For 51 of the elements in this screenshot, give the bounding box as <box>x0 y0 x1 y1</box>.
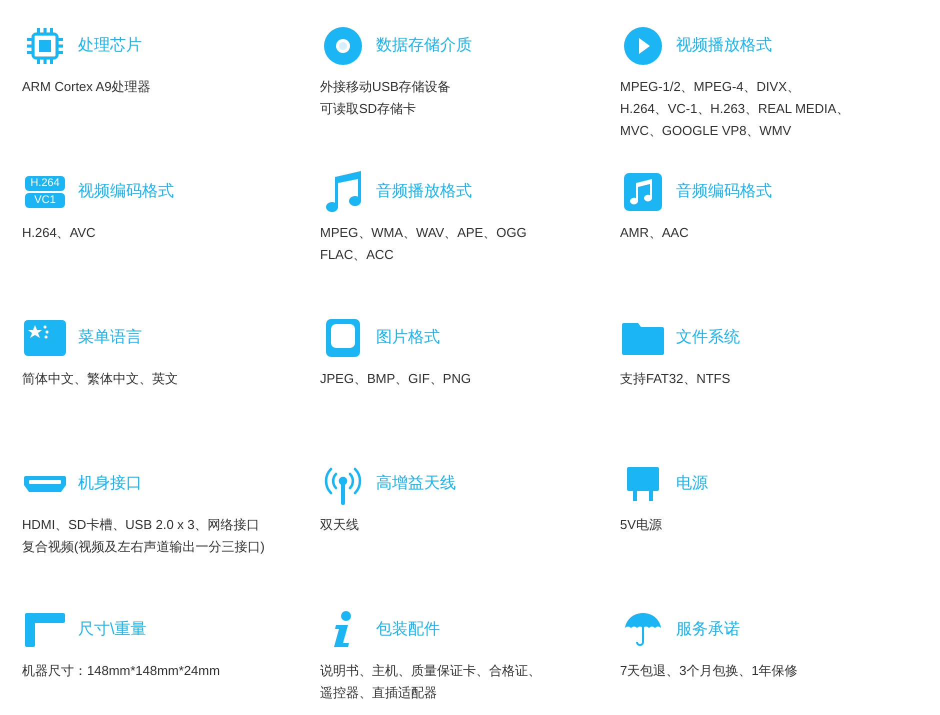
info-icon <box>332 611 354 649</box>
feature-description: MPEG-1/2、MPEG-4、DIVX、 <box>620 78 801 96</box>
feature-description: H.264、VC-1、H.263、REAL MEDIA、 <box>620 100 850 118</box>
feature-title: 电源 <box>676 474 708 494</box>
feature-title: 尺寸\重量 <box>78 620 146 640</box>
feature-description: ARM Cortex A9处理器 <box>22 78 152 96</box>
flag-icon <box>24 320 66 356</box>
ruler-icon <box>25 613 65 647</box>
plug-icon <box>627 467 659 501</box>
feature-description: 7天包退、3个月包换、1年保修 <box>620 662 799 680</box>
disc-icon <box>323 26 363 66</box>
chip-icon <box>25 26 65 66</box>
feature-description: HDMI、SD卡槽、USB 2.0 x 3、网络接口 <box>22 516 261 534</box>
feature-description: MVC、GOOGLE VP8、WMV <box>620 122 792 140</box>
feature-description: 简体中文、繁体中文、英文 <box>22 370 179 388</box>
codec-badge: H.264 <box>25 176 65 191</box>
feature-description: 说明书、主机、质量保证卡、合格证、 <box>320 662 542 680</box>
port-icon <box>24 476 66 492</box>
feature-title: 音频编码格式 <box>676 182 772 202</box>
feature-description: FLAC、ACC <box>320 246 395 264</box>
feature-description: 双天线 <box>320 516 360 534</box>
feature-title: 包装配件 <box>376 620 440 640</box>
feature-description: H.264、AVC <box>22 224 96 242</box>
feature-description: MPEG、WMA、WAV、APE、OGG <box>320 224 528 242</box>
feature-title: 图片格式 <box>376 328 440 348</box>
music-note-icon <box>624 173 662 211</box>
feature-title: 机身接口 <box>78 474 142 494</box>
codec-badge: VC1 <box>25 193 65 208</box>
feature-description: 复合视频(视频及左右声道输出一分三接口) <box>22 538 266 556</box>
feature-title: 数据存储介质 <box>376 36 472 56</box>
feature-title: 处理芯片 <box>78 36 142 56</box>
feature-description: 机器尺寸：148mm*148mm*24mm <box>22 662 221 680</box>
feature-description: AMR、AAC <box>620 224 690 242</box>
folder-icon <box>622 321 664 355</box>
feature-description: 支持FAT32、NTFS <box>620 370 732 388</box>
feature-title: 文件系统 <box>676 328 740 348</box>
feature-title: 高增益天线 <box>376 474 456 494</box>
feature-title: 视频播放格式 <box>676 36 772 56</box>
umbrella-icon <box>625 612 661 648</box>
feature-description: 可读取SD存储卡 <box>320 100 418 118</box>
feature-description: 5V电源 <box>620 516 663 534</box>
music-note-icon <box>323 169 363 215</box>
feature-title: 菜单语言 <box>78 328 142 348</box>
feature-title: 音频播放格式 <box>376 182 472 202</box>
play-icon <box>623 26 663 66</box>
image-frame-icon <box>326 319 360 357</box>
feature-title: 服务承诺 <box>676 620 740 640</box>
feature-description: 遥控器、直插适配器 <box>320 684 438 702</box>
feature-title: 视频编码格式 <box>78 182 174 202</box>
feature-description: 外接移动USB存储设备 <box>320 78 452 96</box>
feature-description: JPEG、BMP、GIF、PNG <box>320 370 472 388</box>
